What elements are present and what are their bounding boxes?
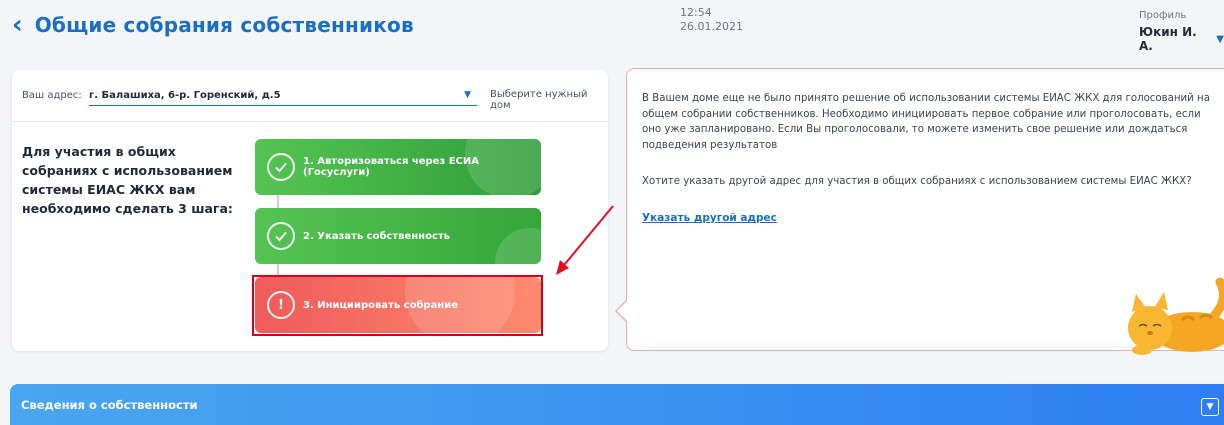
step-label: 2. Указать собственность (303, 230, 450, 242)
steps-intro: Для участия в общих собраниях с использо… (22, 144, 233, 216)
check-icon (267, 222, 295, 250)
chevron-down-icon: ▼ (464, 89, 471, 100)
profile-name[interactable]: Юкин И. А. ▼ (1139, 25, 1224, 53)
exclamation-icon: ! (267, 291, 295, 319)
change-address-link[interactable]: Указать другой адрес (642, 212, 777, 224)
info-text: В Вашем доме еще не было принято решение… (642, 93, 1210, 151)
callout-tail-inner (617, 300, 628, 322)
cat-mascot-icon (1128, 277, 1224, 355)
address-hint: Выберите нужный дом (490, 89, 588, 111)
property-section-header[interactable]: Сведения о собственности ▼ (10, 384, 1224, 425)
steps-card: Ваш адрес: г. Балашиха, 6-р. Горенский, … (12, 70, 608, 351)
address-select[interactable]: г. Балашиха, 6-р. Горенский, д.5 ▼ (89, 84, 477, 106)
property-section-label: Сведения о собственности (21, 397, 198, 412)
step-label: 1. Авторизоваться через ЕСИА (Госуслуги) (303, 156, 480, 178)
time-text: 12:54 (680, 6, 712, 19)
decor-bubble (495, 228, 541, 264)
chevron-left-icon: ‹ (12, 10, 23, 40)
step-initiate-meeting[interactable]: ! 3. Инициировать собрание (255, 277, 541, 333)
profile-menu[interactable]: Профиль Юкин И. А. ▼ (1139, 10, 1224, 53)
page-title: Общие собрания собственников (34, 13, 414, 37)
check-icon (267, 153, 295, 181)
profile-name-text: Юкин И. А. (1139, 25, 1197, 53)
back-link[interactable]: ‹ Общие собрания собственников (12, 12, 414, 38)
expand-toggle-icon[interactable]: ▼ (1201, 398, 1219, 416)
datetime: 12:54 26.01.2021 (680, 6, 743, 34)
profile-label: Профиль (1139, 10, 1187, 21)
chevron-down-icon: ▼ (1216, 33, 1224, 45)
info-question: Хотите указать другой адрес для участия … (642, 176, 1192, 187)
step-property[interactable]: 2. Указать собственность (255, 208, 541, 264)
step-authorize[interactable]: 1. Авторизоваться через ЕСИА (Госуслуги) (255, 139, 541, 195)
date-text: 26.01.2021 (680, 20, 743, 33)
annotation-arrow (556, 205, 614, 275)
page-header: ‹ Общие собрания собственников 12:54 26.… (0, 0, 1224, 62)
address-row: Ваш адрес: г. Балашиха, 6-р. Горенский, … (12, 70, 608, 122)
address-value: г. Балашиха, 6-р. Горенский, д.5 (89, 90, 281, 101)
address-label: Ваш адрес: (22, 90, 82, 101)
step-label: 3. Инициировать собрание (303, 299, 459, 311)
